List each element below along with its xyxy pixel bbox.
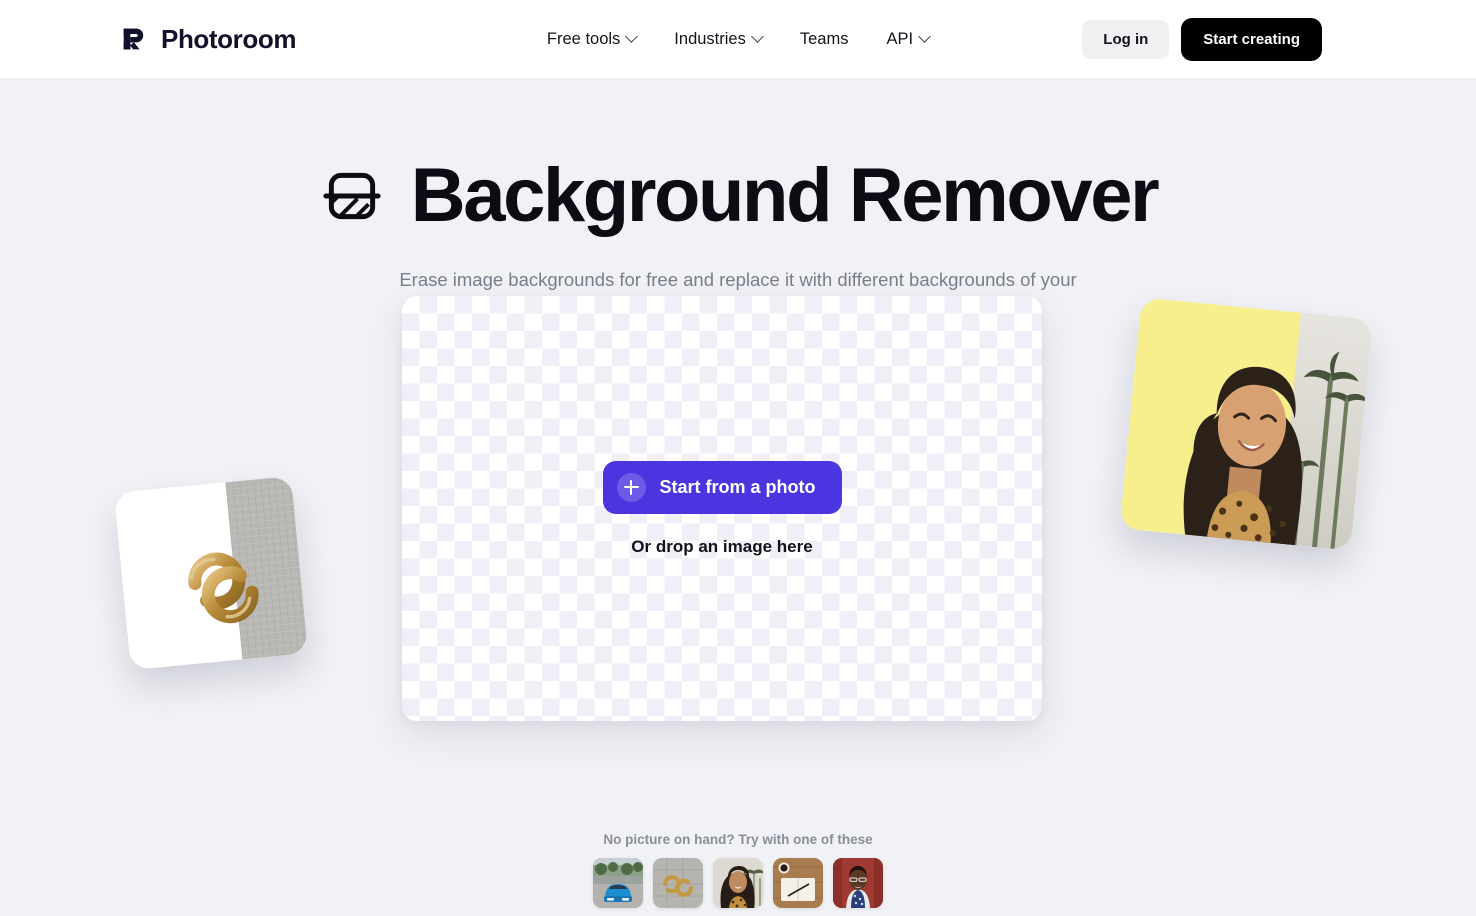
sample-thumbnail-row <box>0 858 1476 908</box>
brand-logo[interactable]: Photoroom <box>120 24 296 55</box>
sample-thumb-gold-earrings[interactable] <box>653 858 703 908</box>
photoroom-r-logo-icon <box>123 28 144 50</box>
plus-icon <box>616 472 646 502</box>
nav-label: Teams <box>799 29 849 48</box>
nav-item-free-tools[interactable]: Free tools <box>546 29 639 49</box>
start-from-photo-label: Start from a photo <box>659 476 816 497</box>
nav-item-teams[interactable]: Teams <box>800 30 849 49</box>
background-remove-icon <box>323 172 381 220</box>
drop-hint-text: Or drop an image here <box>631 536 813 556</box>
sample-images-section: No picture on hand? Try with one of thes… <box>0 832 1476 908</box>
nav-item-api[interactable]: API <box>886 29 931 49</box>
gold-earrings-thumbnail-image <box>653 858 703 908</box>
smiling-woman-thumbnail-image <box>713 858 763 908</box>
start-from-photo-button[interactable]: Start from a photo <box>602 460 842 514</box>
earrings-preview-image <box>113 475 309 671</box>
header-actions: Log in Start creating <box>1082 17 1322 61</box>
sample-thumb-notebook[interactable] <box>773 858 823 908</box>
woman-yellow-background-card <box>1119 297 1373 551</box>
site-header: Photoroom Free tools Industries Teams AP… <box>0 0 1476 78</box>
page-title: Background Remover <box>410 153 1160 238</box>
nav-label: Industries <box>674 29 746 48</box>
start-creating-button[interactable]: Start creating <box>1181 17 1322 61</box>
brand-name: Photoroom <box>161 23 297 54</box>
notebook-desk-thumbnail-image <box>773 858 823 908</box>
chevron-down-icon <box>750 29 764 43</box>
nav-label: API <box>886 29 914 48</box>
blue-car-thumbnail-image <box>593 858 643 908</box>
woman-patterned-vest-thumbnail-image <box>833 858 883 908</box>
page-title-row: Background Remover <box>0 158 1476 234</box>
main-nav: Free tools Industries Teams API <box>546 29 931 49</box>
earrings-before-after-card <box>113 475 309 671</box>
chevron-down-icon <box>918 29 931 43</box>
login-button[interactable]: Log in <box>1082 19 1170 59</box>
woman-preview-image <box>1119 297 1373 551</box>
sample-thumb-blue-car[interactable] <box>593 858 643 908</box>
nav-label: Free tools <box>546 29 621 48</box>
sample-thumb-smiling-woman[interactable] <box>713 858 763 908</box>
image-dropzone[interactable]: Start from a photo Or drop an image here <box>402 296 1042 721</box>
nav-item-industries[interactable]: Industries <box>674 29 764 49</box>
chevron-down-icon <box>625 29 639 43</box>
sample-thumb-woman-vest[interactable] <box>833 858 883 908</box>
sample-images-label: No picture on hand? Try with one of thes… <box>603 832 873 847</box>
